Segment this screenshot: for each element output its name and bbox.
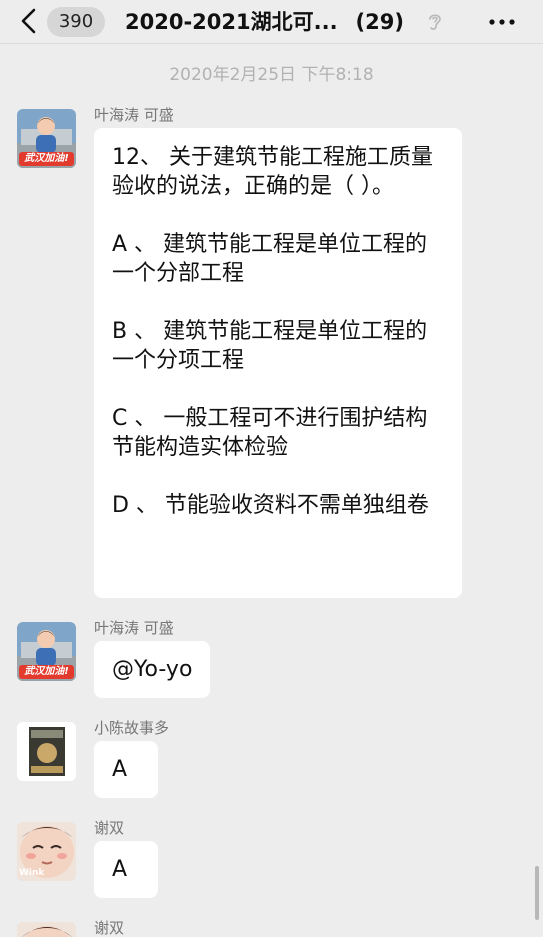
sender-name: 小陈故事多 [94, 719, 170, 737]
avatar[interactable]: 武汉加油! [17, 109, 76, 168]
avatar[interactable]: 武汉加油! [17, 622, 76, 681]
baby-face-avatar-icon [17, 922, 76, 937]
avatar[interactable] [17, 722, 76, 781]
message-text: A [112, 857, 128, 882]
avatar-caption-text: Wink [19, 868, 45, 878]
back-chevron-icon[interactable] [14, 6, 44, 36]
message-text-option-b: B 、 建筑节能工程是单位工程的一个分项工程 [112, 319, 428, 373]
chat-header: 390 2020-2021湖北可... (29) [0, 0, 543, 44]
ear-mute-icon [429, 14, 441, 30]
group-name: 2020-2021湖北可... [125, 10, 338, 34]
message-text-option-d: D 、 节能验收资料不需单独组卷 [112, 493, 429, 518]
avatar[interactable]: Wink [17, 822, 76, 881]
avatar-badge-text: 武汉加油! [24, 666, 69, 677]
message-bubble[interactable]: A [94, 741, 158, 798]
message-bubble[interactable]: 12、 关于建筑节能工程施工质量验收的说法，正确的是（ ）。 A 、 建筑节能工… [94, 128, 462, 598]
sender-name: 叶海涛 可盛 [94, 106, 174, 124]
chat-title: 2020-2021湖北可... (29) [125, 6, 435, 38]
book-cover-avatar-icon [17, 722, 76, 781]
message-text-question: 12、 关于建筑节能工程施工质量验收的说法，正确的是（ ）。 [112, 145, 433, 199]
scrollbar[interactable] [535, 866, 539, 920]
avatar-badge-text: 武汉加油! [24, 153, 69, 164]
sender-name: 谢双 [94, 819, 125, 837]
message-text: @Yo-yo [112, 657, 193, 682]
member-count: (29) [355, 10, 404, 34]
message-text: A [112, 757, 128, 782]
sender-name: 谢双 [94, 919, 125, 937]
message-bubble[interactable]: @Yo-yo [94, 641, 211, 698]
message-text-option-c: C 、 一般工程可不进行围护结构节能构造实体检验 [112, 406, 428, 460]
unread-count-badge[interactable]: 390 [47, 7, 105, 37]
message-text-option-a: A 、 建筑节能工程是单位工程的一个分部工程 [112, 232, 428, 286]
more-options-icon[interactable] [487, 10, 517, 34]
sender-name: 叶海涛 可盛 [94, 619, 174, 637]
message-bubble[interactable]: A [94, 841, 158, 898]
avatar[interactable] [17, 922, 76, 937]
message-timestamp: 2020年2月25日 下午8:18 [169, 65, 374, 85]
